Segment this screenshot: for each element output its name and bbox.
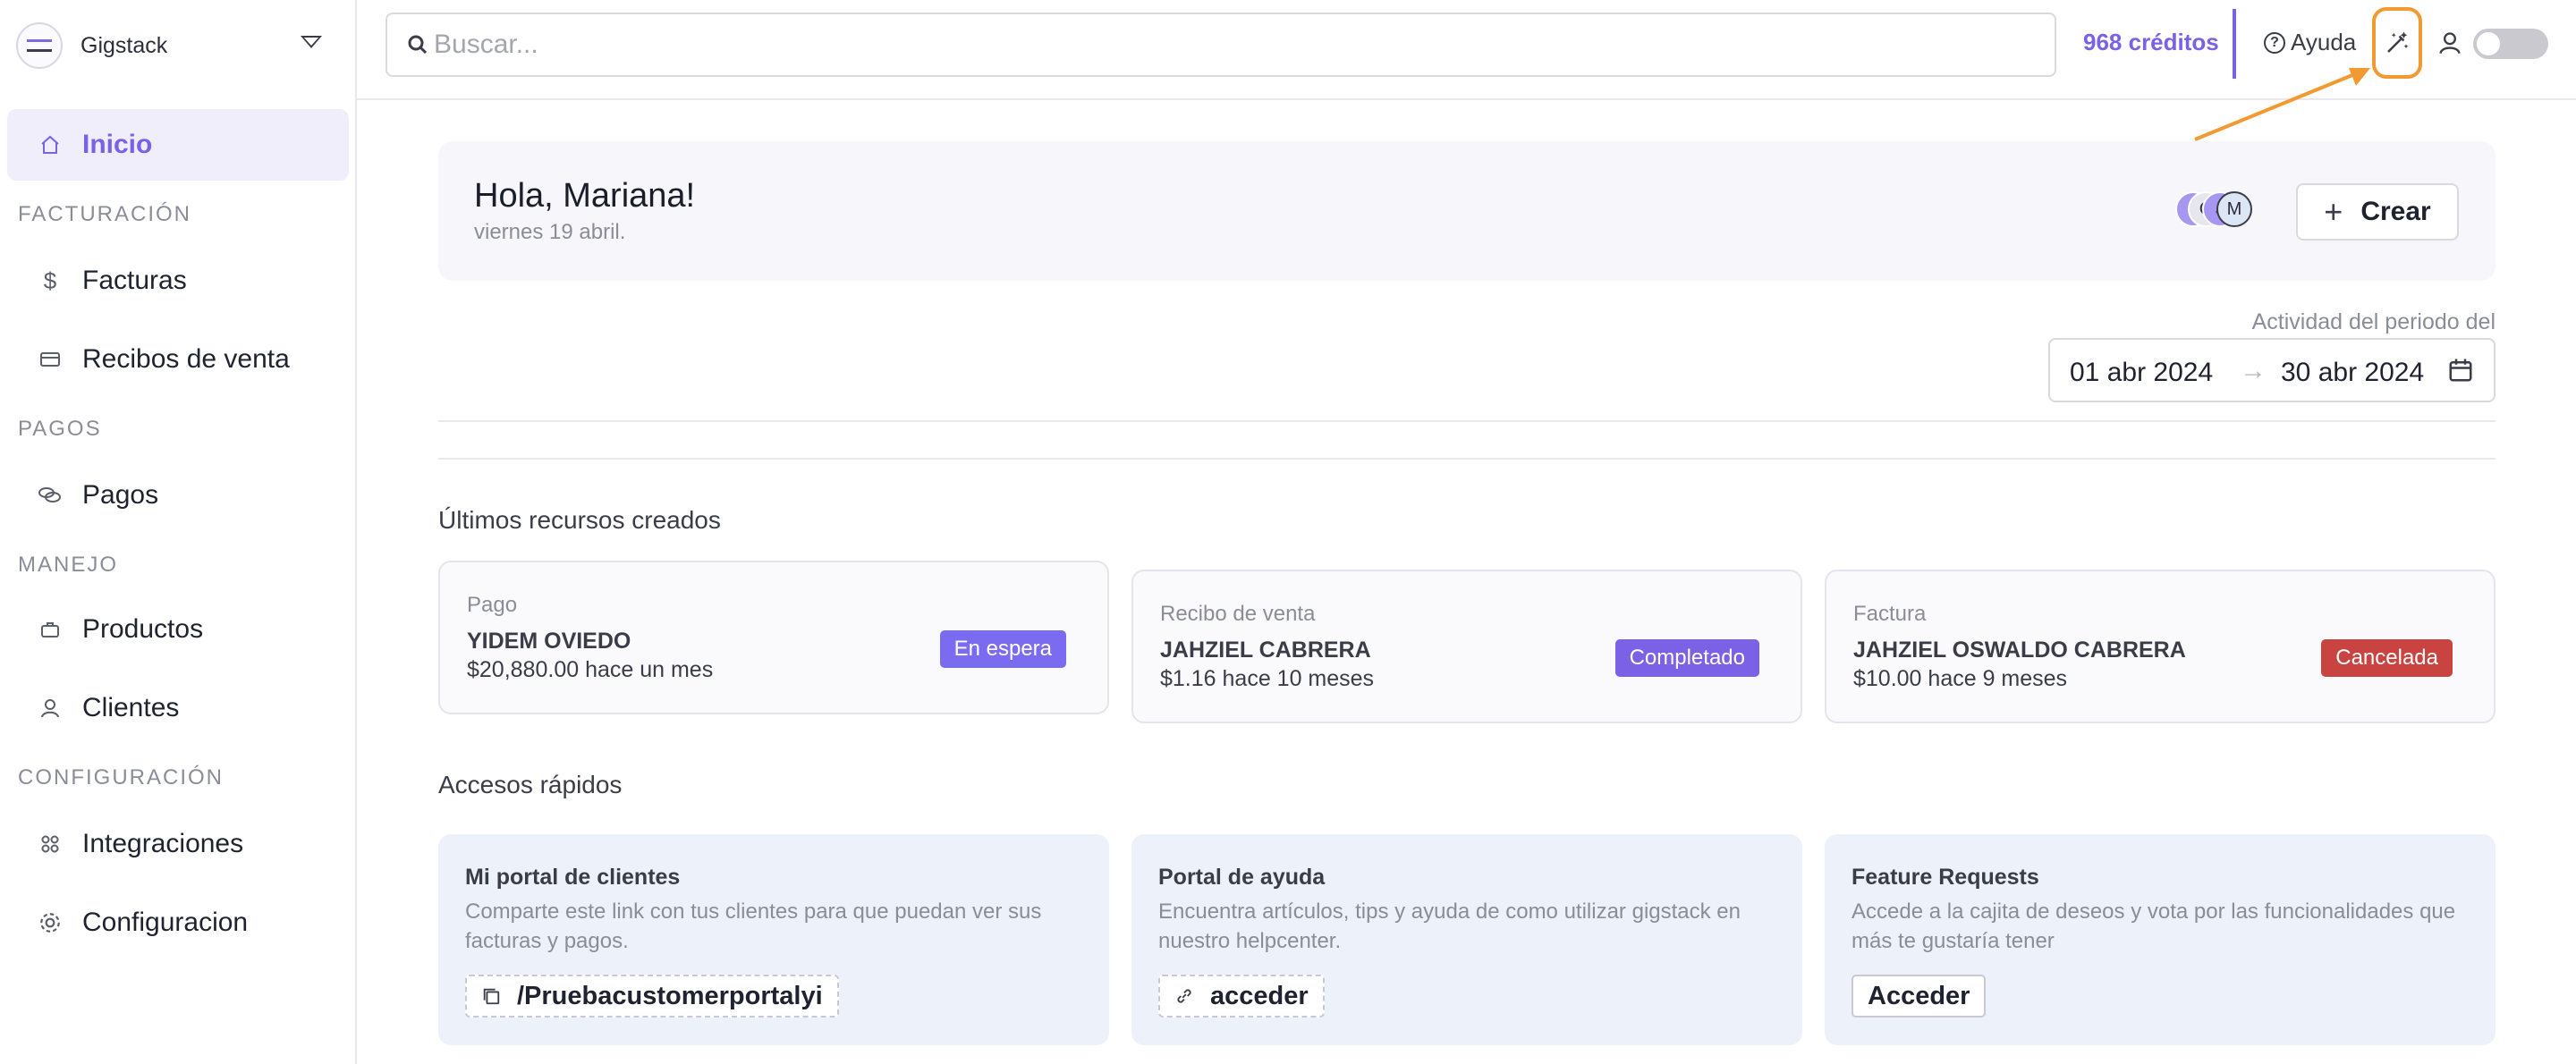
magic-wand-button[interactable] xyxy=(2372,7,2422,79)
sidebar-item-products[interactable]: Productos xyxy=(7,594,349,665)
briefcase-icon xyxy=(38,617,63,642)
resource-type: Pago xyxy=(467,593,518,617)
section-header-configuration: CONFIGURACIÓN xyxy=(18,765,224,790)
sidebar-item-invoices[interactable]: $ Facturas xyxy=(7,245,349,317)
divider xyxy=(438,458,2496,460)
resource-amount: $10.00 hace 9 meses xyxy=(1853,666,2068,691)
apps-icon xyxy=(38,832,63,857)
create-label: Crear xyxy=(2360,197,2431,226)
coins-icon xyxy=(38,483,63,508)
home-icon xyxy=(38,132,63,157)
chevron-down-icon[interactable] xyxy=(301,36,322,48)
sidebar-item-payments[interactable]: Pagos xyxy=(7,460,349,531)
user-icon xyxy=(38,696,63,721)
date-range-picker[interactable]: 01 abr 2024 → 30 abr 2024 xyxy=(2048,338,2496,402)
resource-client: JAHZIEL OSWALDO CABRERA xyxy=(1853,638,2186,663)
resource-client: YIDEM OVIEDO xyxy=(467,629,631,654)
period-label: Actividad del periodo del xyxy=(2251,309,2496,334)
greeting-title: Hola, Mariana! xyxy=(474,177,696,215)
gear-icon xyxy=(38,910,63,935)
resource-client: JAHZIEL CABRERA xyxy=(1160,638,1371,663)
sidebar-item-clients[interactable]: Clientes xyxy=(7,672,349,744)
resource-card-receipt[interactable]: Recibo de venta JAHZIEL CABRERA $1.16 ha… xyxy=(1131,570,1802,723)
sidebar-item-label: Pagos xyxy=(82,480,159,510)
wallet-icon xyxy=(38,347,63,372)
date-start[interactable]: 01 abr 2024 xyxy=(2070,358,2213,388)
section-header-management: MANEJO xyxy=(18,553,119,577)
quick-access-card-portal: Mi portal de clientes Comparte este link… xyxy=(438,834,1109,1045)
status-badge: En espera xyxy=(939,630,1066,668)
greeting-card: Hola, Mariana! viernes 19 abril. J C J M… xyxy=(438,141,2496,281)
resource-amount: $20,880.00 hace un mes xyxy=(467,657,714,682)
sidebar-item-settings[interactable]: Configuracion xyxy=(7,887,349,958)
search-input[interactable] xyxy=(434,29,2026,61)
help-center-link[interactable]: acceder xyxy=(1158,975,1325,1018)
help-label: Ayuda xyxy=(2291,29,2357,55)
quick-access-title: Mi portal de clientes xyxy=(465,865,681,890)
org-name: Gigstack xyxy=(80,32,168,58)
section-header-billing: FACTURACIÓN xyxy=(18,202,192,226)
status-badge: Completado xyxy=(1614,639,1759,677)
sidebar-item-label: Clientes xyxy=(82,693,180,722)
sidebar-item-sales-receipts[interactable]: Recibos de venta xyxy=(7,324,349,395)
greeting-date: viernes 19 abril. xyxy=(474,220,626,244)
quick-access-desc: Accede a la cajita de deseos y vota por … xyxy=(1852,899,2456,953)
sidebar-item-integrations[interactable]: Integraciones xyxy=(7,808,349,880)
sidebar-item-label: Productos xyxy=(82,614,204,644)
quick-access-card-feature-requests: Feature Requests Accede a la cajita de d… xyxy=(1825,834,2496,1045)
recent-resources-title: Últimos recursos creados xyxy=(438,506,721,534)
arrow-right-icon: → xyxy=(2240,356,2267,385)
copy-icon xyxy=(483,988,500,1005)
help-button[interactable]: ? Ayuda xyxy=(2264,29,2356,56)
org-switcher[interactable]: Gigstack xyxy=(16,20,340,72)
feature-requests-button[interactable]: Acceder xyxy=(1852,975,1987,1018)
theme-toggle[interactable] xyxy=(2473,29,2548,59)
sidebar: Gigstack Inicio FACTURACIÓN $ Facturas R… xyxy=(0,0,357,1064)
quick-access-title: Accesos rápidos xyxy=(438,771,623,798)
feature-requests-link-text: Acceder xyxy=(1868,981,1970,1010)
calendar-icon[interactable] xyxy=(2447,356,2474,384)
quick-access-desc: Comparte este link con tus clientes para… xyxy=(465,899,1042,953)
portal-link-text: /Pruebacustomerportalyi xyxy=(517,981,823,1010)
plus-icon: + xyxy=(2324,193,2343,230)
sidebar-item-label: Integraciones xyxy=(82,829,244,858)
sidebar-item-label: Facturas xyxy=(82,266,187,295)
status-badge: Cancelada xyxy=(2321,639,2453,677)
search-bar[interactable] xyxy=(386,13,2056,77)
sidebar-item-label: Inicio xyxy=(82,130,153,159)
search-icon xyxy=(408,35,428,55)
sidebar-item-label: Recibos de venta xyxy=(82,344,290,374)
quick-access-title: Feature Requests xyxy=(1852,865,2039,890)
quick-access-card-help: Portal de ayuda Encuentra artículos, tip… xyxy=(1131,834,1802,1045)
credits-balance[interactable]: 968 créditos xyxy=(2083,29,2219,56)
app-root: Gigstack Inicio FACTURACIÓN $ Facturas R… xyxy=(0,0,2576,1064)
team-avatars[interactable]: J C J M xyxy=(2175,191,2252,231)
help-link-text: acceder xyxy=(1210,981,1309,1010)
link-icon xyxy=(1177,989,1191,1003)
quick-access-desc: Encuentra artículos, tips y ayuda de com… xyxy=(1158,899,1741,953)
org-logo xyxy=(16,22,63,69)
date-end[interactable]: 30 abr 2024 xyxy=(2281,358,2424,388)
sidebar-item-home[interactable]: Inicio xyxy=(7,109,349,181)
avatar: M xyxy=(2216,191,2252,227)
resource-card-payment[interactable]: Pago YIDEM OVIEDO $20,880.00 hace un mes… xyxy=(438,561,1109,714)
section-header-payments: PAGOS xyxy=(18,417,102,441)
create-button[interactable]: + Crear xyxy=(2296,183,2459,241)
resource-amount: $1.16 hace 10 meses xyxy=(1160,666,1375,691)
quick-access-title: Portal de ayuda xyxy=(1158,865,1326,890)
resource-card-invoice[interactable]: Factura JAHZIEL OSWALDO CABRERA $10.00 h… xyxy=(1825,570,2496,723)
resource-type: Factura xyxy=(1853,602,1927,626)
copy-portal-link[interactable]: /Pruebacustomerportalyi xyxy=(465,975,839,1018)
sidebar-item-label: Configuracion xyxy=(82,908,249,937)
magic-wand-icon xyxy=(2387,31,2409,53)
divider xyxy=(438,420,2496,422)
resource-type: Recibo de venta xyxy=(1160,602,1316,626)
annotation-arrow xyxy=(2194,68,2370,141)
user-profile-icon[interactable] xyxy=(2437,30,2462,55)
help-icon: ? xyxy=(2264,31,2285,54)
dollar-icon: $ xyxy=(43,266,57,294)
